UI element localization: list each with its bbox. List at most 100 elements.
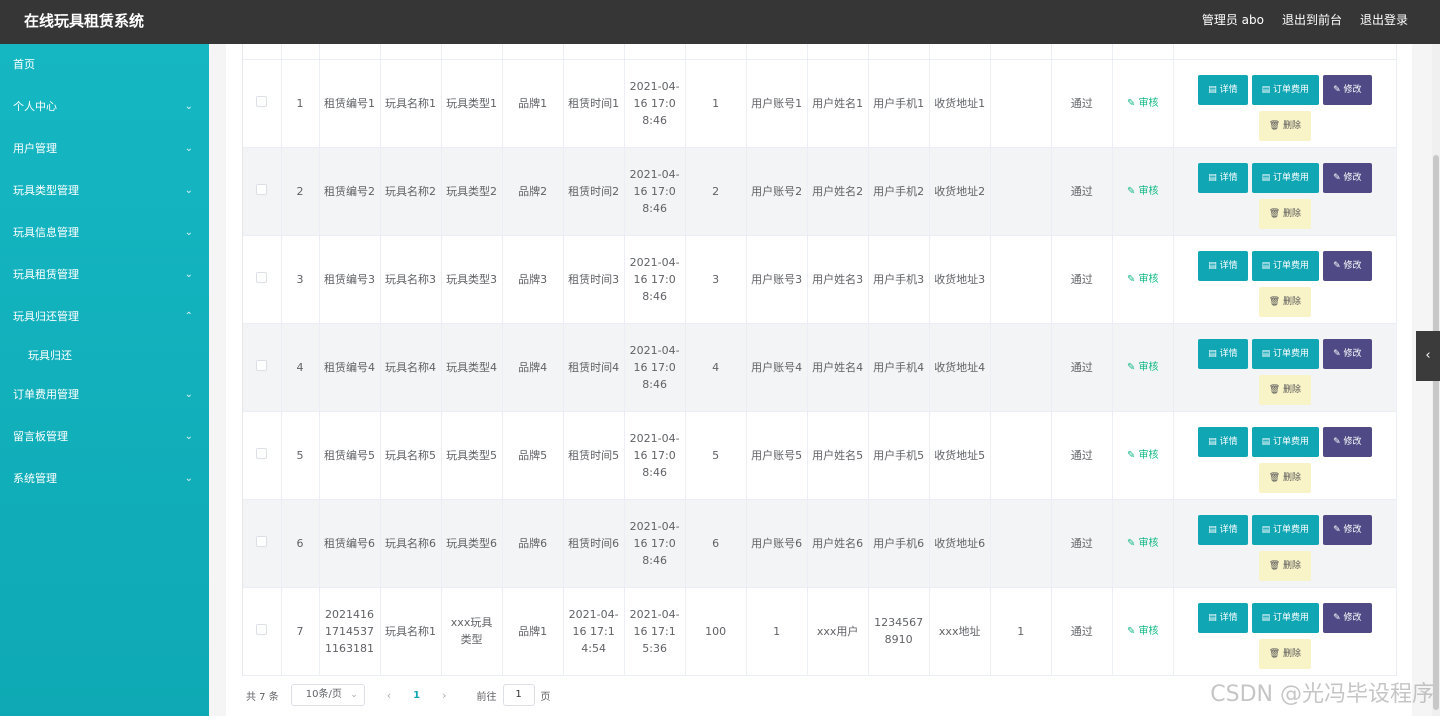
- audit-link[interactable]: ✎ 审核: [1127, 362, 1159, 373]
- sidebar-item-label: 玩具类型管理: [13, 184, 79, 197]
- delete-button[interactable]: 🗑 删除: [1258, 287, 1312, 317]
- detail-button[interactable]: ▤ 详情: [1198, 515, 1248, 545]
- sidebar-item-users[interactable]: 用户管理 ⌄: [0, 128, 209, 170]
- order-fee-button[interactable]: ▤ 订单费用: [1251, 251, 1320, 281]
- edit-icon: ✎: [1333, 173, 1341, 183]
- row-checkbox[interactable]: [256, 623, 268, 635]
- current-page-number[interactable]: 1: [413, 690, 420, 701]
- detail-button[interactable]: ▤ 详情: [1198, 251, 1248, 281]
- row-checkbox[interactable]: [256, 535, 268, 547]
- delete-button[interactable]: 🗑 删除: [1258, 375, 1312, 405]
- order-fee-label: 订单费用: [1273, 437, 1310, 447]
- order-fee-button[interactable]: ▤ 订单费用: [1251, 163, 1320, 193]
- table-cell: 4: [281, 323, 320, 412]
- trash-icon: 🗑: [1268, 385, 1281, 395]
- audit-link[interactable]: ✎ 审核: [1127, 98, 1159, 109]
- edit-button[interactable]: ✎ 修改: [1323, 75, 1372, 105]
- order-fee-label: 订单费用: [1273, 261, 1310, 271]
- detail-label: 详情: [1219, 261, 1238, 271]
- table-cell: 收货地址1: [929, 59, 991, 148]
- actions-cell: ▤ 详情 ▤ 订单费用 ✎ 修改 🗑 删除: [1173, 499, 1398, 588]
- logout-link[interactable]: 退出登录: [1360, 11, 1408, 28]
- audit-cell: ✎ 审核: [1112, 323, 1174, 412]
- chevron-down-icon: ⌄: [350, 690, 358, 700]
- trash-icon: 🗑: [1268, 209, 1281, 219]
- page-size-select[interactable]: 10条/页 ⌄: [290, 684, 365, 706]
- edit-icon: ✎: [1126, 274, 1136, 285]
- delete-button[interactable]: 🗑 删除: [1258, 639, 1312, 669]
- sidebar-item-home[interactable]: 首页: [0, 44, 209, 86]
- table-cell: 玩具名称4: [380, 323, 442, 412]
- goto-page-input[interactable]: 1: [502, 684, 535, 706]
- admin-user-label[interactable]: 管理员 abo: [1202, 11, 1264, 28]
- audit-cell: ✎ 审核: [1112, 499, 1174, 588]
- sidebar-item-toy-info[interactable]: 玩具信息管理 ⌄: [0, 212, 209, 254]
- edit-button[interactable]: ✎ 修改: [1323, 515, 1372, 545]
- table-cell: 用户账号2: [746, 147, 808, 236]
- table-cell: 7: [281, 587, 320, 676]
- prev-page-button[interactable]: ‹: [387, 689, 391, 702]
- delete-button[interactable]: 🗑 删除: [1258, 463, 1312, 493]
- chevron-down-icon: ⌄: [184, 227, 193, 238]
- audit-link[interactable]: ✎ 审核: [1127, 450, 1159, 461]
- document-icon: ▤: [1261, 173, 1271, 183]
- audit-label: 审核: [1138, 538, 1159, 549]
- sidebar-item-system[interactable]: 系统管理 ⌄: [0, 458, 209, 500]
- detail-button[interactable]: ▤ 详情: [1198, 427, 1248, 457]
- document-icon: ▤: [1208, 437, 1217, 447]
- table-cell: 玩具类型1: [441, 59, 503, 148]
- next-page-button[interactable]: ›: [442, 689, 446, 702]
- detail-button[interactable]: ▤ 详情: [1198, 339, 1248, 369]
- order-fee-button[interactable]: ▤ 订单费用: [1251, 75, 1320, 105]
- table-cell: 3: [685, 235, 747, 324]
- row-checkbox[interactable]: [256, 271, 268, 283]
- row-checkbox[interactable]: [256, 447, 268, 459]
- detail-button[interactable]: ▤ 详情: [1198, 75, 1248, 105]
- row-checkbox[interactable]: [256, 183, 268, 195]
- edit-button[interactable]: ✎ 修改: [1323, 427, 1372, 457]
- row-checkbox[interactable]: [256, 359, 268, 371]
- order-fee-button[interactable]: ▤ 订单费用: [1251, 339, 1320, 369]
- sidebar-item-order-fees[interactable]: 订单费用管理 ⌄: [0, 374, 209, 416]
- table-cell: 2021-04-16 17:14:54: [563, 587, 625, 676]
- audit-label: 审核: [1138, 362, 1159, 373]
- sidebar-item-profile[interactable]: 个人中心 ⌄: [0, 86, 209, 128]
- edit-button[interactable]: ✎ 修改: [1323, 163, 1372, 193]
- table-cell: 5: [685, 411, 747, 500]
- order-fee-button[interactable]: ▤ 订单费用: [1251, 515, 1320, 545]
- sidebar-item-toy-return[interactable]: 玩具归还管理 ⌃: [0, 296, 209, 338]
- row-checkbox-cell: [243, 323, 282, 412]
- table-cell: 用户姓名6: [807, 499, 869, 588]
- edit-icon: ✎: [1126, 626, 1136, 637]
- delete-button[interactable]: 🗑 删除: [1258, 551, 1312, 581]
- audit-link[interactable]: ✎ 审核: [1127, 626, 1159, 637]
- delete-button[interactable]: 🗑 删除: [1258, 111, 1312, 141]
- sidebar-item-toy-types[interactable]: 玩具类型管理 ⌄: [0, 170, 209, 212]
- audit-link[interactable]: ✎ 审核: [1127, 186, 1159, 197]
- edit-button[interactable]: ✎ 修改: [1323, 251, 1372, 281]
- sidebar: 首页 个人中心 ⌄ 用户管理 ⌄ 玩具类型管理 ⌄ 玩具信息管理 ⌄ 玩具租赁管理 ⌄ 玩…: [0, 44, 209, 716]
- scrollbar-thumb[interactable]: [1433, 155, 1439, 710]
- collapse-panel-chevron-left-icon[interactable]: ‹: [1416, 331, 1440, 381]
- order-fee-button[interactable]: ▤ 订单费用: [1251, 603, 1320, 633]
- document-icon: ▤: [1208, 613, 1217, 623]
- order-fee-label: 订单费用: [1273, 525, 1310, 535]
- table-cell: 品牌3: [502, 235, 564, 324]
- table-row: 4 租赁编号4 玩具名称4 玩具类型4 品牌4 租赁时间4 2021-04-16 17:08…: [243, 323, 1398, 412]
- edit-button[interactable]: ✎ 修改: [1323, 339, 1372, 369]
- sidebar-subitem-toy-return[interactable]: 玩具归还: [0, 338, 209, 374]
- row-checkbox[interactable]: [256, 95, 268, 107]
- detail-button[interactable]: ▤ 详情: [1198, 603, 1248, 633]
- back-to-front-link[interactable]: 退出到前台: [1282, 11, 1342, 28]
- document-icon: ▤: [1261, 349, 1271, 359]
- table-cell: 2021-04-16 17:08:46: [624, 323, 686, 412]
- audit-link[interactable]: ✎ 审核: [1127, 538, 1159, 549]
- detail-button[interactable]: ▤ 详情: [1198, 163, 1248, 193]
- order-fee-button[interactable]: ▤ 订单费用: [1251, 427, 1320, 457]
- document-icon: ▤: [1261, 525, 1271, 535]
- sidebar-item-message-board[interactable]: 留言板管理 ⌄: [0, 416, 209, 458]
- delete-button[interactable]: 🗑 删除: [1258, 199, 1312, 229]
- audit-link[interactable]: ✎ 审核: [1127, 274, 1159, 285]
- sidebar-item-toy-rental[interactable]: 玩具租赁管理 ⌄: [0, 254, 209, 296]
- edit-button[interactable]: ✎ 修改: [1323, 603, 1372, 633]
